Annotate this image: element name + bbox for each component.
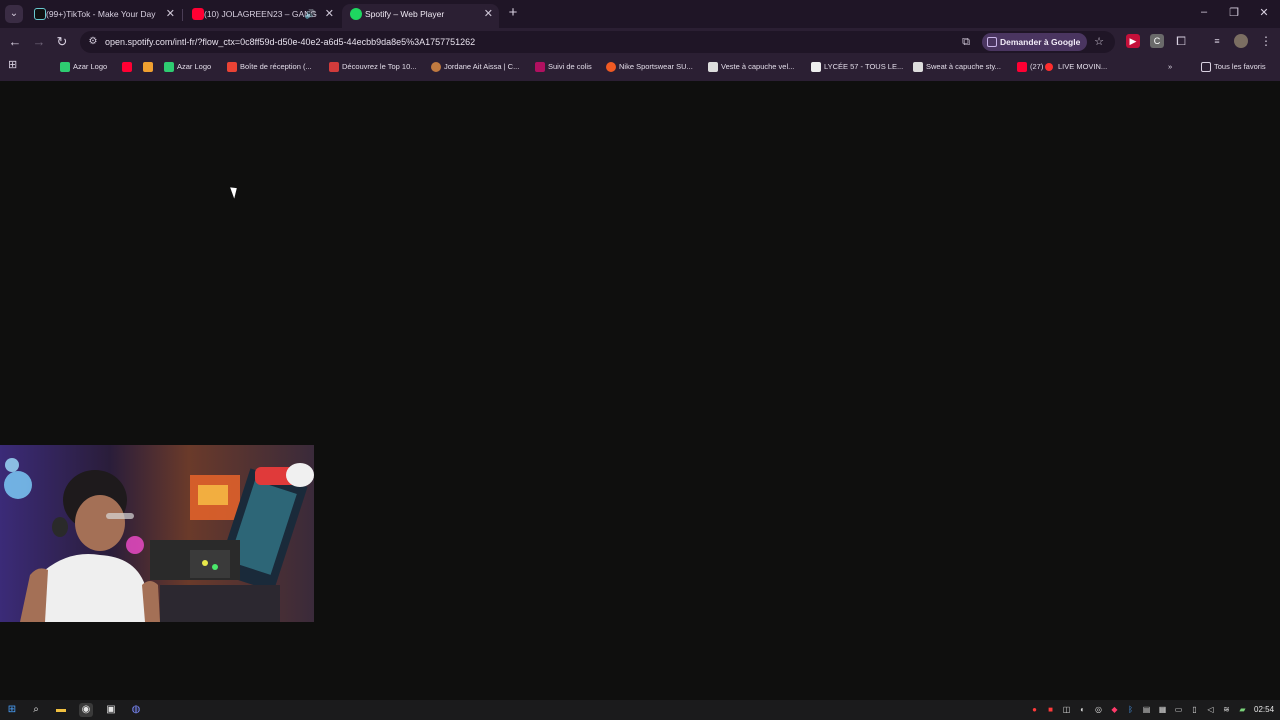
tray-app-icon[interactable]: ◫ (1061, 704, 1072, 716)
toolbar: ← → ↻ ⚙ open.spotify.com/intl-fr/?flow_c… (0, 28, 1280, 56)
tab-strip: ⌄ (99+)TikTok - Make Your Day ✕ (10) JOL… (0, 0, 1280, 28)
parcel-icon (535, 62, 545, 72)
tab-search-icon[interactable]: ⌄ (5, 5, 23, 23)
search-icon[interactable]: ⌕ (29, 703, 43, 717)
tray-app-icon[interactable]: ◎ (1093, 704, 1104, 716)
taskbar: ⊞ ⌕ ▬ ◉ ▣ ◍ ● ■ ◫ ◐ ◎ ◆ ᛒ ▤ ▦ ▭ ▯ ◁ ≋ ▰ … (0, 700, 1280, 720)
webcam-image (0, 445, 314, 622)
person-icon (431, 62, 441, 72)
network-icon[interactable]: ≋ (1221, 704, 1232, 716)
tray-app-icon[interactable]: ▤ (1141, 704, 1152, 716)
site-settings-icon[interactable]: ⚙ (86, 35, 100, 49)
spotify-icon (350, 8, 362, 20)
bookmark-item[interactable] (143, 60, 156, 74)
google-lens-icon (987, 37, 997, 47)
notes-icon (143, 62, 153, 72)
battery-icon[interactable]: ▯ (1189, 704, 1200, 716)
restore-icon[interactable]: ❐ (1227, 6, 1241, 19)
live-dot-icon (1045, 63, 1053, 71)
folder-icon (1201, 62, 1211, 72)
bluetooth-icon[interactable]: ᛒ (1125, 704, 1136, 716)
bookmark-item[interactable]: Nike Sportswear SU... (606, 60, 693, 74)
more-menu-icon[interactable]: ⋮ (1259, 34, 1273, 48)
tray-app-icon[interactable]: ▭ (1173, 704, 1184, 716)
clock[interactable]: 02:54 (1254, 700, 1274, 720)
gpu-icon[interactable]: ▰ (1237, 704, 1248, 716)
ask-google-label: Demander à Google (1000, 37, 1081, 47)
y-icon (811, 62, 821, 72)
tab-separator (182, 9, 183, 21)
close-window-icon[interactable]: ✕ (1257, 6, 1271, 19)
chrome-taskbar-icon[interactable]: ◉ (79, 703, 93, 717)
forward-icon[interactable]: → (31, 34, 47, 50)
tiktok-icon (34, 8, 46, 20)
tab-title: (10) JOLAGREEN23 – GANG (204, 9, 317, 19)
volume-icon[interactable]: ◁ (1205, 704, 1216, 716)
tab-title: Spotify – Web Player (365, 9, 445, 19)
tab-youtube[interactable]: (10) JOLAGREEN23 – GANG 🔊 ✕ (184, 4, 340, 28)
bookmark-item[interactable]: Jordane Ait Aissa | C... (431, 60, 519, 74)
close-icon[interactable]: ✕ (484, 4, 493, 24)
bookmark-item[interactable]: (27) (1017, 60, 1043, 74)
azar-icon (60, 62, 70, 72)
azar-icon (164, 62, 174, 72)
extension-red-icon[interactable]: ▶ (1126, 34, 1140, 48)
minimize-icon[interactable]: – (1197, 6, 1211, 18)
youtube-icon (122, 62, 132, 72)
reload-icon[interactable]: ↻ (54, 34, 70, 50)
tray-app-icon[interactable]: ▦ (1157, 704, 1168, 716)
all-bookmarks-folder[interactable]: Tous les favoris (1201, 60, 1266, 74)
extension-grey-icon[interactable]: C (1150, 34, 1164, 48)
bookmark-item[interactable]: Azar Logo (60, 60, 107, 74)
bookmark-item[interactable]: LIVE MOVIN... (1045, 60, 1107, 74)
tab-title: (99+)TikTok - Make Your Day (46, 9, 156, 19)
tray-app-icon[interactable]: ◐ (1077, 704, 1088, 716)
microphone-icon[interactable]: ● (1029, 704, 1040, 716)
recording-icon[interactable]: ■ (1045, 704, 1056, 716)
extensions-puzzle-icon[interactable]: ⧠ (1174, 34, 1188, 48)
bookmarks-bar: Azar Logo Azar Logo Boîte de réception (… (0, 56, 1280, 78)
youtube-icon (192, 8, 204, 20)
youtube-icon (1017, 62, 1027, 72)
bookmark-item[interactable]: Azar Logo (164, 60, 211, 74)
speaker-icon[interactable]: 🔊 (305, 4, 316, 24)
tab-spotify[interactable]: Spotify – Web Player ✕ (342, 4, 499, 28)
close-icon[interactable]: ✕ (325, 4, 334, 24)
url-text[interactable]: open.spotify.com/intl-fr/?flow_ctx=0c8ff… (105, 31, 475, 53)
gmail-icon (227, 62, 237, 72)
bookmark-item[interactable]: Veste à capuche vel... (708, 60, 794, 74)
browser-chrome: ⌄ (99+)TikTok - Make Your Day ✕ (10) JOL… (0, 0, 1280, 81)
tray-app-icon[interactable]: ◆ (1109, 704, 1120, 716)
back-icon[interactable]: ← (7, 34, 23, 50)
address-bar[interactable]: ⚙ open.spotify.com/intl-fr/?flow_ctx=0c8… (80, 31, 1115, 53)
ask-google-button[interactable]: Demander à Google (982, 33, 1088, 51)
windows-start-icon[interactable]: ⊞ (5, 703, 19, 717)
bookmark-item[interactable]: Suivi de colis (535, 60, 592, 74)
profile-avatar[interactable] (1234, 34, 1248, 48)
bookmark-star-icon[interactable]: ☆ (1092, 35, 1106, 49)
bookmark-item[interactable]: Sweat à capuche sty... (913, 60, 1001, 74)
webcam-overlay (0, 445, 314, 622)
bookmark-item[interactable]: Boîte de réception (... (227, 60, 312, 74)
bookmark-item[interactable] (122, 60, 135, 74)
new-tab-button[interactable]: + (505, 5, 521, 21)
bookmark-item[interactable]: Découvrez le Top 10... (329, 60, 417, 74)
tab-tiktok[interactable]: (99+)TikTok - Make Your Day ✕ (26, 4, 181, 28)
bookmark-item[interactable]: LYCÉE 57 - TOUS LE... (811, 60, 903, 74)
nike-icon (606, 62, 616, 72)
page-icon (708, 62, 718, 72)
install-app-icon[interactable]: ⧉ (959, 35, 973, 49)
bookmarks-overflow-icon[interactable]: » (1168, 60, 1172, 74)
media-control-icon[interactable]: ≡ (1210, 34, 1224, 48)
close-icon[interactable]: ✕ (166, 4, 175, 24)
tl-icon (329, 62, 339, 72)
discord-icon[interactable]: ◍ (129, 703, 143, 717)
file-explorer-icon[interactable]: ▬ (54, 703, 68, 717)
page-icon (913, 62, 923, 72)
terminal-icon[interactable]: ▣ (104, 703, 118, 717)
